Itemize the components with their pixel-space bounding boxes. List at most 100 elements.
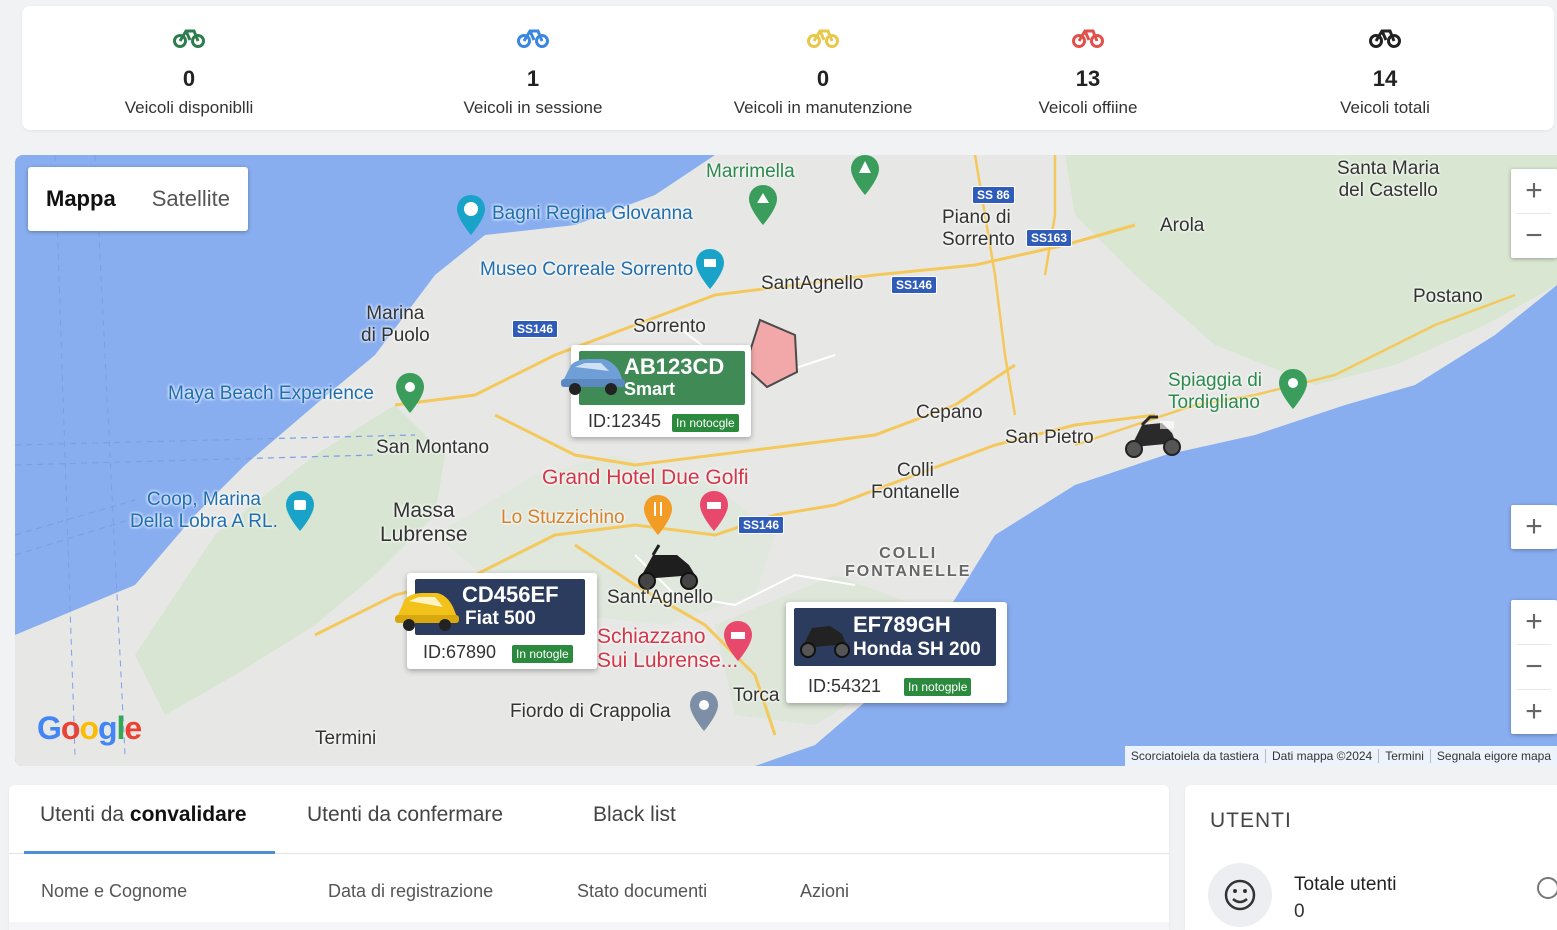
map-label: Arola — [1160, 215, 1205, 236]
total-users-value: 0 — [1294, 901, 1305, 922]
museum-pin-icon[interactable] — [695, 249, 725, 289]
map-label: Massa Lubrense — [380, 499, 468, 547]
zoom-out-button[interactable]: − — [1511, 214, 1557, 258]
map-label: Postano — [1413, 286, 1483, 307]
vehicle-model: Fiat 500 — [465, 608, 536, 629]
scooter-marker-icon[interactable] — [633, 543, 703, 591]
zoom-in-button[interactable]: + — [1511, 169, 1557, 213]
column-header-actions: Azioni — [800, 881, 850, 901]
report-error-link[interactable]: Segnala eigore mapa — [1429, 749, 1557, 763]
beach-pin-icon[interactable] — [1278, 369, 1308, 409]
users-panel: Utenti da convalidare Utenti da conferma… — [9, 785, 1169, 930]
zoom-control: + — [1511, 505, 1557, 549]
tab-users-to-confirm[interactable]: Utenti da confermare — [307, 803, 503, 827]
bike-icon — [807, 29, 839, 48]
vehicle-status-badge: In notocgle — [672, 414, 739, 432]
vehicle-model: Honda SH 200 — [853, 639, 981, 660]
vehicle-card[interactable]: EF789GH Honda SH 200 ID:54321 In notogpl… — [786, 602, 1007, 703]
scooter-marker-icon[interactable] — [1120, 413, 1184, 459]
park-pin-icon[interactable] — [748, 185, 778, 225]
tab-black-list[interactable]: Black list — [593, 803, 676, 827]
hotel-pin-icon[interactable] — [699, 491, 729, 531]
stat-in-session: 1 Veicoli in sessione — [403, 6, 663, 130]
map-label: Sorrento — [633, 316, 706, 337]
vehicle-status-badge: In notogple — [904, 678, 972, 696]
column-header-name[interactable]: Nome e Cognome — [41, 881, 187, 902]
map-label: Maya Beach Experience — [168, 383, 374, 404]
table-body-start — [9, 922, 1169, 930]
map-label: Coop, Marina Della Lobra A RL. — [130, 489, 278, 532]
map-label: San Pietro — [1005, 427, 1094, 448]
road-shield: SS163 — [1026, 229, 1073, 247]
vehicle-stats-bar: 0 Veicoli disponiblli 1 Veicoli in sessi… — [22, 6, 1554, 130]
terms-link[interactable]: Termini — [1378, 749, 1430, 763]
tab-users-to-validate[interactable]: Utenti da convalidare — [40, 803, 247, 827]
map-label: Museo Correale Sorrento — [480, 259, 694, 280]
road-shield: SS146 — [512, 320, 559, 338]
map-label: Grand Hotel Due Golfi — [542, 466, 749, 489]
map-data-label: Dati mappa ©2024 — [1264, 749, 1378, 763]
map-label: Piano di Sorrento — [942, 207, 1015, 250]
vehicle-plate: EF789GH — [853, 612, 951, 637]
shop-pin-icon[interactable] — [285, 491, 315, 531]
tab-label-bold: convalidare — [129, 803, 247, 826]
stat-maintenance: 0 Veicoli in manutenzione — [693, 6, 953, 130]
map-label: Torca — [733, 685, 780, 706]
car-icon — [561, 359, 625, 395]
zoom-in-button[interactable]: + — [1511, 690, 1557, 734]
vehicle-id: ID:67890 — [423, 642, 497, 662]
tab-label: Utenti da confermare — [307, 803, 504, 826]
map-label: Colli Fontanelle — [871, 460, 960, 503]
stat-value: 1 — [526, 66, 540, 91]
bike-icon — [517, 29, 549, 48]
column-header-document-status[interactable]: Stato documenti — [577, 881, 707, 902]
smiley-icon — [1224, 879, 1256, 911]
park-pin-icon[interactable] — [850, 155, 880, 195]
map-label: San Montano — [376, 437, 490, 458]
keyboard-shortcuts-link[interactable]: Scorciatoiela da tastiera — [1125, 749, 1265, 763]
map-label: Fiordo di Crappolia — [510, 701, 671, 722]
map-type-map[interactable]: Mappa — [28, 167, 134, 231]
bike-icon — [1072, 29, 1104, 48]
road-shield: SS 86 — [972, 186, 1015, 204]
map-label: Spiaggia di Tordigliano — [1168, 370, 1263, 413]
vehicle-map[interactable]: Mappa Satellite + − + + − + Marrimella B… — [15, 155, 1557, 766]
map-label: Marrimella — [706, 161, 795, 182]
map-label: Marina di Puolo — [361, 303, 430, 346]
map-label: Schiazzano Sui Lubrense... — [597, 625, 739, 673]
vehicle-plate: CD456EF — [462, 582, 559, 607]
vehicle-status-badge: In notogle — [512, 645, 573, 663]
map-type-satellite[interactable]: Satellite — [134, 167, 248, 231]
active-tab-indicator — [24, 851, 275, 854]
map-label: Cepano — [916, 402, 983, 423]
road-shield: SS146 — [738, 516, 785, 534]
zoom-in-button[interactable]: + — [1511, 505, 1557, 549]
stat-value: 0 — [182, 66, 196, 91]
vehicle-card[interactable]: CD456EF Fiat 500 ID:67890 In notogle — [395, 573, 597, 669]
vehicle-card[interactable]: AB123CD Smart ID:12345 In notocgle — [561, 345, 751, 437]
column-header-registration-date[interactable]: Data di registrazione — [328, 881, 493, 902]
bike-icon — [1369, 29, 1401, 48]
zoom-control: + − — [1511, 169, 1557, 258]
location-pin-icon[interactable] — [689, 691, 719, 731]
restaurant-pin-icon[interactable] — [643, 495, 673, 535]
vehicle-id: ID:12345 — [588, 411, 662, 431]
beach-pin-icon[interactable] — [395, 373, 425, 413]
map-type-toggle: Mappa Satellite — [28, 167, 248, 231]
google-logo: Google — [37, 710, 142, 746]
stat-label: Veicoli disponiblli — [124, 98, 254, 117]
search-icon[interactable] — [1537, 877, 1557, 899]
stat-total: 14 Veicoli totali — [1255, 6, 1515, 130]
beach-pin-icon[interactable] — [456, 195, 486, 235]
map-label: SantAgnello — [761, 273, 864, 294]
vehicle-id: ID:54321 — [808, 676, 882, 696]
road-shield: SS146 — [891, 276, 938, 294]
stat-label: Veicoli totali — [1340, 98, 1430, 117]
vehicle-model: Smart — [624, 379, 676, 399]
total-users-label: Totale utenti — [1294, 874, 1397, 895]
zoom-in-button[interactable]: + — [1511, 600, 1557, 644]
users-summary-card: UTENTI Totale utenti 0 — [1185, 785, 1557, 930]
stat-label: Veicoli in sessione — [463, 98, 603, 117]
zoom-out-button[interactable]: − — [1511, 645, 1557, 689]
stat-offline: 13 Veicoli offiine — [958, 6, 1218, 130]
